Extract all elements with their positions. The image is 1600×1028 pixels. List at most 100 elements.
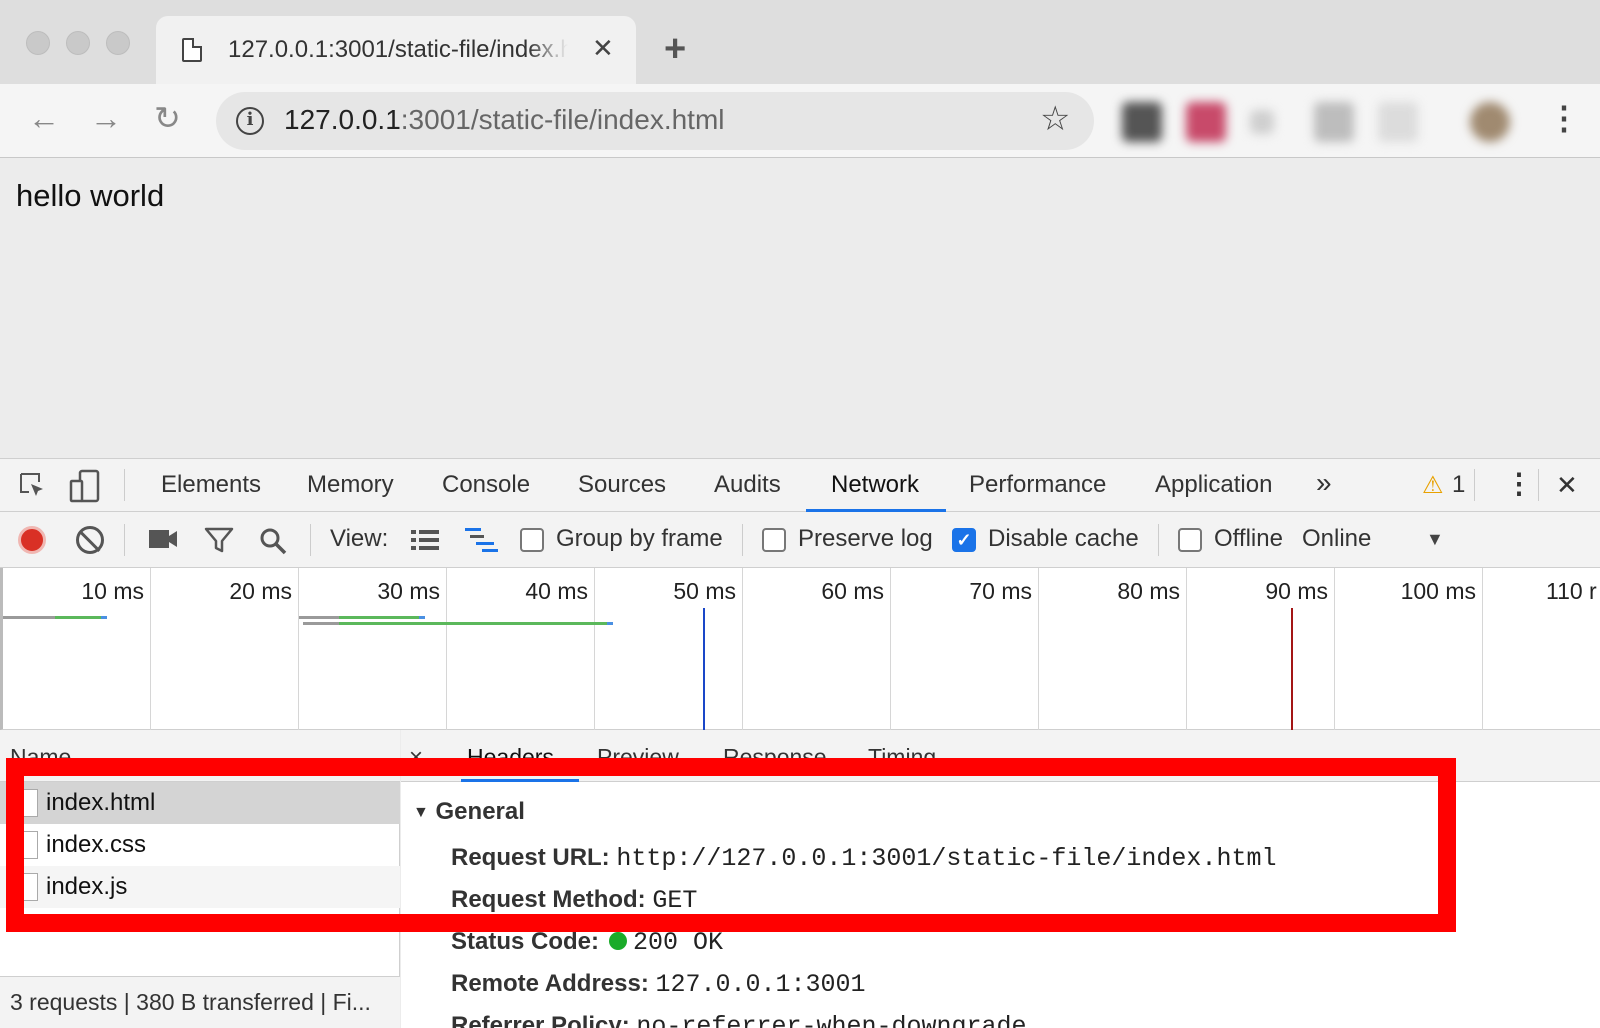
tab-memory[interactable]: Memory	[307, 471, 394, 499]
view-label: View:	[330, 525, 389, 552]
timeline-overview[interactable]: 10 ms 20 ms 30 ms 40 ms 50 ms 60 ms 70 ms 80 ms…	[0, 568, 1600, 730]
tab-network[interactable]: Network	[831, 471, 919, 499]
tab-audits[interactable]: Audits	[714, 471, 781, 499]
timeline-gridline	[298, 568, 299, 730]
window-close-button[interactable]	[26, 31, 50, 55]
request-row[interactable]: index.css	[0, 824, 400, 866]
tab-close-button[interactable]: ✕	[592, 34, 614, 62]
request-name: index.css	[46, 831, 147, 858]
device-toolbar-icon[interactable]	[68, 469, 102, 503]
devtools-close-icon[interactable]: ✕	[1556, 470, 1578, 501]
separator	[124, 524, 125, 556]
request-bar-waiting	[299, 616, 339, 619]
general-section-toggle[interactable]: ▼ General	[413, 798, 525, 826]
preserve-log-label[interactable]: Preserve log	[798, 525, 933, 553]
extension-icon[interactable]	[1314, 102, 1354, 142]
tab-application[interactable]: Application	[1155, 471, 1272, 499]
status-summary: 3 requests | 380 B transferred | Fi...	[0, 976, 400, 1028]
details-tab-bar: × Headers Preview Response Timing	[401, 730, 1600, 782]
tab-sources[interactable]: Sources	[578, 471, 666, 499]
extension-icon[interactable]	[1122, 102, 1162, 142]
request-url-value: http://127.0.0.1:3001/static-file/index.…	[616, 844, 1277, 873]
browser-tab[interactable]: 127.0.0.1:3001/static-file/index.html ✕	[156, 16, 636, 84]
tab-elements[interactable]: Elements	[161, 471, 261, 499]
search-icon[interactable]	[258, 526, 288, 556]
preserve-log-checkbox[interactable]	[762, 528, 786, 552]
remote-address-value: 127.0.0.1:3001	[655, 970, 866, 999]
request-list: Name index.html index.css index.js 3 req…	[0, 730, 400, 1028]
request-method-label: Request Method:	[451, 886, 646, 913]
forward-arrow-icon[interactable]: →	[90, 100, 122, 136]
request-bar-end	[607, 622, 613, 625]
clear-icon[interactable]	[76, 526, 104, 554]
load-event-marker	[1291, 608, 1293, 730]
request-details: × Headers Preview Response Timing ▼ Gene…	[401, 730, 1600, 1028]
tab-response[interactable]: Response	[723, 744, 827, 771]
record-button[interactable]	[18, 526, 46, 554]
bookmark-star-icon[interactable]: ☆	[1040, 100, 1070, 138]
name-column-header[interactable]: Name	[0, 730, 400, 782]
large-rows-icon[interactable]	[410, 528, 440, 552]
throttling-select[interactable]: Online	[1302, 525, 1371, 553]
warning-icon[interactable]: ⚠	[1422, 471, 1444, 500]
tab-performance[interactable]: Performance	[969, 471, 1106, 499]
request-bar-receiving	[339, 616, 419, 619]
back-arrow-icon[interactable]: ←	[28, 100, 60, 136]
request-row[interactable]: index.js	[0, 866, 400, 908]
timeline-gridline	[594, 568, 595, 730]
extension-icon[interactable]	[1186, 102, 1226, 142]
profile-avatar[interactable]	[1470, 102, 1510, 142]
tab-headers[interactable]: Headers	[467, 744, 554, 771]
page-viewport: hello world	[0, 158, 1600, 458]
more-tabs-icon[interactable]: »	[1316, 467, 1332, 499]
screenshot-camera-icon[interactable]	[148, 528, 178, 550]
timeline-gridline	[150, 568, 151, 730]
reload-icon[interactable]: ↻	[154, 100, 181, 136]
tab-preview[interactable]: Preview	[597, 744, 679, 771]
disable-cache-label[interactable]: Disable cache	[988, 525, 1139, 553]
tab-console[interactable]: Console	[442, 471, 530, 499]
extension-icon[interactable]	[1250, 110, 1274, 134]
file-icon	[22, 831, 38, 859]
extension-icon[interactable]	[1378, 102, 1418, 142]
timeline-tick-label: 100 ms	[1400, 578, 1476, 604]
window-zoom-button[interactable]	[106, 31, 130, 55]
group-by-frame-label[interactable]: Group by frame	[556, 525, 723, 553]
new-tab-button[interactable]: +	[664, 30, 686, 68]
timeline-gridline	[1334, 568, 1335, 730]
warning-count[interactable]: 1	[1452, 471, 1465, 499]
timeline-gridline	[1038, 568, 1039, 730]
address-bar[interactable]: i 127.0.0.1:3001/static-file/index.html …	[216, 92, 1094, 150]
status-code-value: 200 OK	[633, 928, 724, 957]
referrer-policy-row: Referrer Policy: no-referrer-when-downgr…	[451, 1012, 1027, 1028]
waterfall-overview-icon[interactable]	[464, 526, 500, 554]
separator	[310, 524, 311, 556]
chevron-down-icon[interactable]: ▼	[1426, 529, 1444, 550]
request-method-value: GET	[652, 886, 698, 915]
window-minimize-button[interactable]	[66, 31, 90, 55]
disable-cache-checkbox[interactable]: ✓	[952, 528, 976, 552]
offline-checkbox[interactable]	[1178, 528, 1202, 552]
status-ok-icon	[609, 932, 628, 950]
page-text: hello world	[16, 178, 165, 213]
inspect-element-icon[interactable]	[18, 471, 48, 501]
offline-label[interactable]: Offline	[1214, 525, 1283, 553]
domcontentloaded-marker	[703, 608, 705, 730]
site-info-icon[interactable]: i	[236, 107, 264, 135]
separator	[1538, 469, 1539, 501]
details-close-icon[interactable]: ×	[409, 744, 423, 772]
timeline-gridline	[1186, 568, 1187, 730]
devtools-menu-icon[interactable]: ⋮	[1505, 467, 1533, 500]
url-text[interactable]: 127.0.0.1:3001/static-file/index.html	[284, 104, 725, 136]
document-icon	[182, 38, 202, 62]
separator	[1158, 524, 1159, 556]
referrer-policy-label: Referrer Policy:	[451, 1012, 630, 1028]
request-bar-end	[101, 616, 107, 619]
file-icon	[22, 789, 38, 817]
request-row[interactable]: index.html	[0, 782, 400, 824]
tab-timing[interactable]: Timing	[868, 744, 936, 771]
browser-menu-icon[interactable]: ⋮	[1548, 100, 1580, 136]
timeline-tick-label: 30 ms	[377, 578, 440, 604]
filter-icon[interactable]	[204, 526, 234, 554]
group-by-frame-checkbox[interactable]	[520, 528, 544, 552]
